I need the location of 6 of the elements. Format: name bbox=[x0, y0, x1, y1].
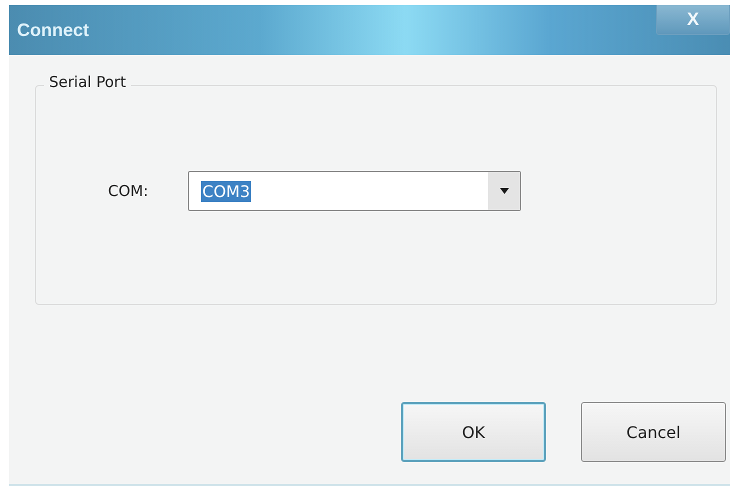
com-dropdown[interactable]: COM3 bbox=[188, 171, 522, 211]
window-title: Connect bbox=[17, 20, 89, 40]
cancel-button[interactable]: Cancel bbox=[581, 402, 726, 462]
field-label: COM: bbox=[108, 182, 148, 200]
ok-button[interactable]: OK bbox=[401, 402, 546, 462]
dropdown-arrow-icon bbox=[500, 188, 509, 194]
